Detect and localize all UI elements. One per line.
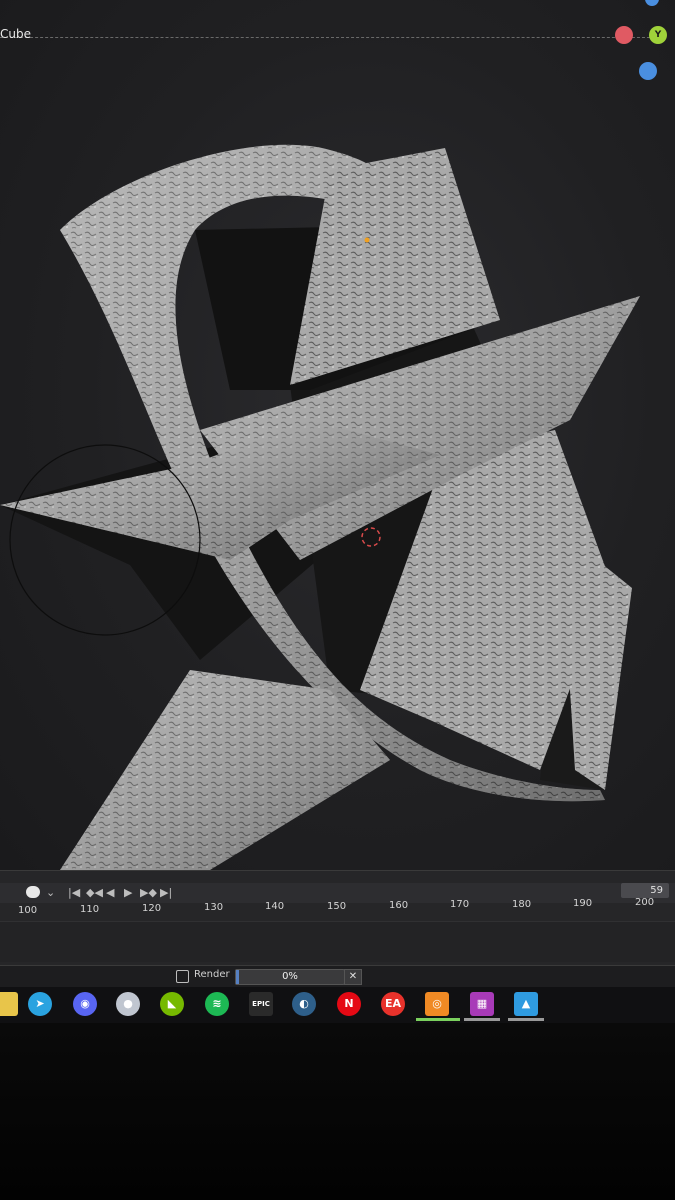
taskbar-active-indicator (464, 1018, 500, 1021)
active-object-name: Cube (0, 27, 31, 41)
z-axis-top-icon[interactable] (645, 0, 659, 6)
mesh-object[interactable] (0, 0, 675, 870)
epic-games-icon[interactable]: EPIC (249, 992, 273, 1016)
viewport-header-divider (0, 37, 660, 38)
render-job-label: Render (194, 969, 230, 980)
taskbar-active-indicator (416, 1018, 460, 1021)
prev-keyframe-button[interactable]: ◆◀ (86, 885, 103, 901)
navigation-gizmo[interactable]: Y (615, 0, 675, 90)
frame-tick-label: 120 (142, 903, 162, 914)
winrar-icon[interactable]: ▦ (470, 992, 494, 1016)
folder-icon[interactable] (0, 992, 18, 1016)
frame-ruler[interactable]: 100 110 120 130 140 150 160 170 180 190 200 (0, 897, 675, 921)
frame-tick-label: 130 (204, 902, 224, 913)
photos-icon[interactable]: ▲ (514, 992, 538, 1016)
chevron-down-icon[interactable]: ⌄ (46, 885, 55, 901)
ea-icon[interactable]: EA (381, 992, 405, 1016)
frame-tick-label: 190 (573, 898, 593, 909)
telegram-icon[interactable]: ➤ (28, 992, 52, 1016)
nvidia-icon[interactable]: ◣ (160, 992, 184, 1016)
app-icon[interactable]: ● (116, 992, 140, 1016)
y-axis-icon[interactable]: Y (649, 26, 667, 44)
discord-icon[interactable]: ◉ (73, 992, 97, 1016)
play-button[interactable]: ▶ (124, 885, 132, 901)
current-frame-field[interactable]: 59 (621, 883, 669, 898)
jump-start-button[interactable]: |◀ (68, 885, 80, 901)
monitor-screen: Cube Y ⌄ |◀ ◆◀ ◀ ▶ ▶◆ ▶| 59 100 110 120 130… (0, 0, 675, 1010)
keyframe-toggle-icon[interactable] (26, 886, 40, 898)
steam-icon[interactable]: ◐ (292, 992, 316, 1016)
frame-tick-label: 200 (635, 897, 655, 908)
render-progress-text: 0% (282, 971, 298, 982)
os-taskbar: ➤ ◉ ● ◣ ≋ EPIC ◐ N EA ◎ ▦ ▲ (0, 987, 675, 1023)
render-cancel-button[interactable]: ✕ (344, 969, 362, 985)
timeline-editor[interactable]: ⌄ |◀ ◆◀ ◀ ▶ ▶◆ ▶| 59 100 110 120 130 140 150 1… (0, 870, 675, 966)
play-reverse-button[interactable]: ◀ (106, 885, 114, 901)
next-keyframe-button[interactable]: ▶◆ (140, 885, 157, 901)
spotify-icon[interactable]: ≋ (205, 992, 229, 1016)
render-icon (176, 970, 189, 983)
monitor-bezel (0, 1023, 675, 1200)
blender-icon[interactable]: ◎ (425, 992, 449, 1016)
jump-end-button[interactable]: ▶| (160, 885, 172, 901)
timeline-track-area[interactable] (0, 921, 675, 962)
z-axis-icon[interactable] (639, 62, 657, 80)
frame-tick-label: 180 (512, 899, 532, 910)
status-bar: Render 0% ✕ (0, 965, 675, 988)
frame-tick-label: 100 (18, 905, 38, 916)
x-axis-icon[interactable] (615, 26, 633, 44)
frame-tick-label: 150 (327, 901, 347, 912)
frame-tick-label: 140 (265, 901, 285, 912)
frame-tick-label: 160 (389, 900, 409, 911)
light-origin-dot[interactable] (364, 237, 370, 243)
frame-tick-label: 170 (450, 899, 470, 910)
netflix-icon[interactable]: N (337, 992, 361, 1016)
taskbar-active-indicator (508, 1018, 544, 1021)
frame-tick-label: 110 (80, 904, 100, 915)
render-progress-bar: 0% (235, 969, 345, 985)
3d-viewport[interactable]: Cube Y (0, 0, 675, 870)
